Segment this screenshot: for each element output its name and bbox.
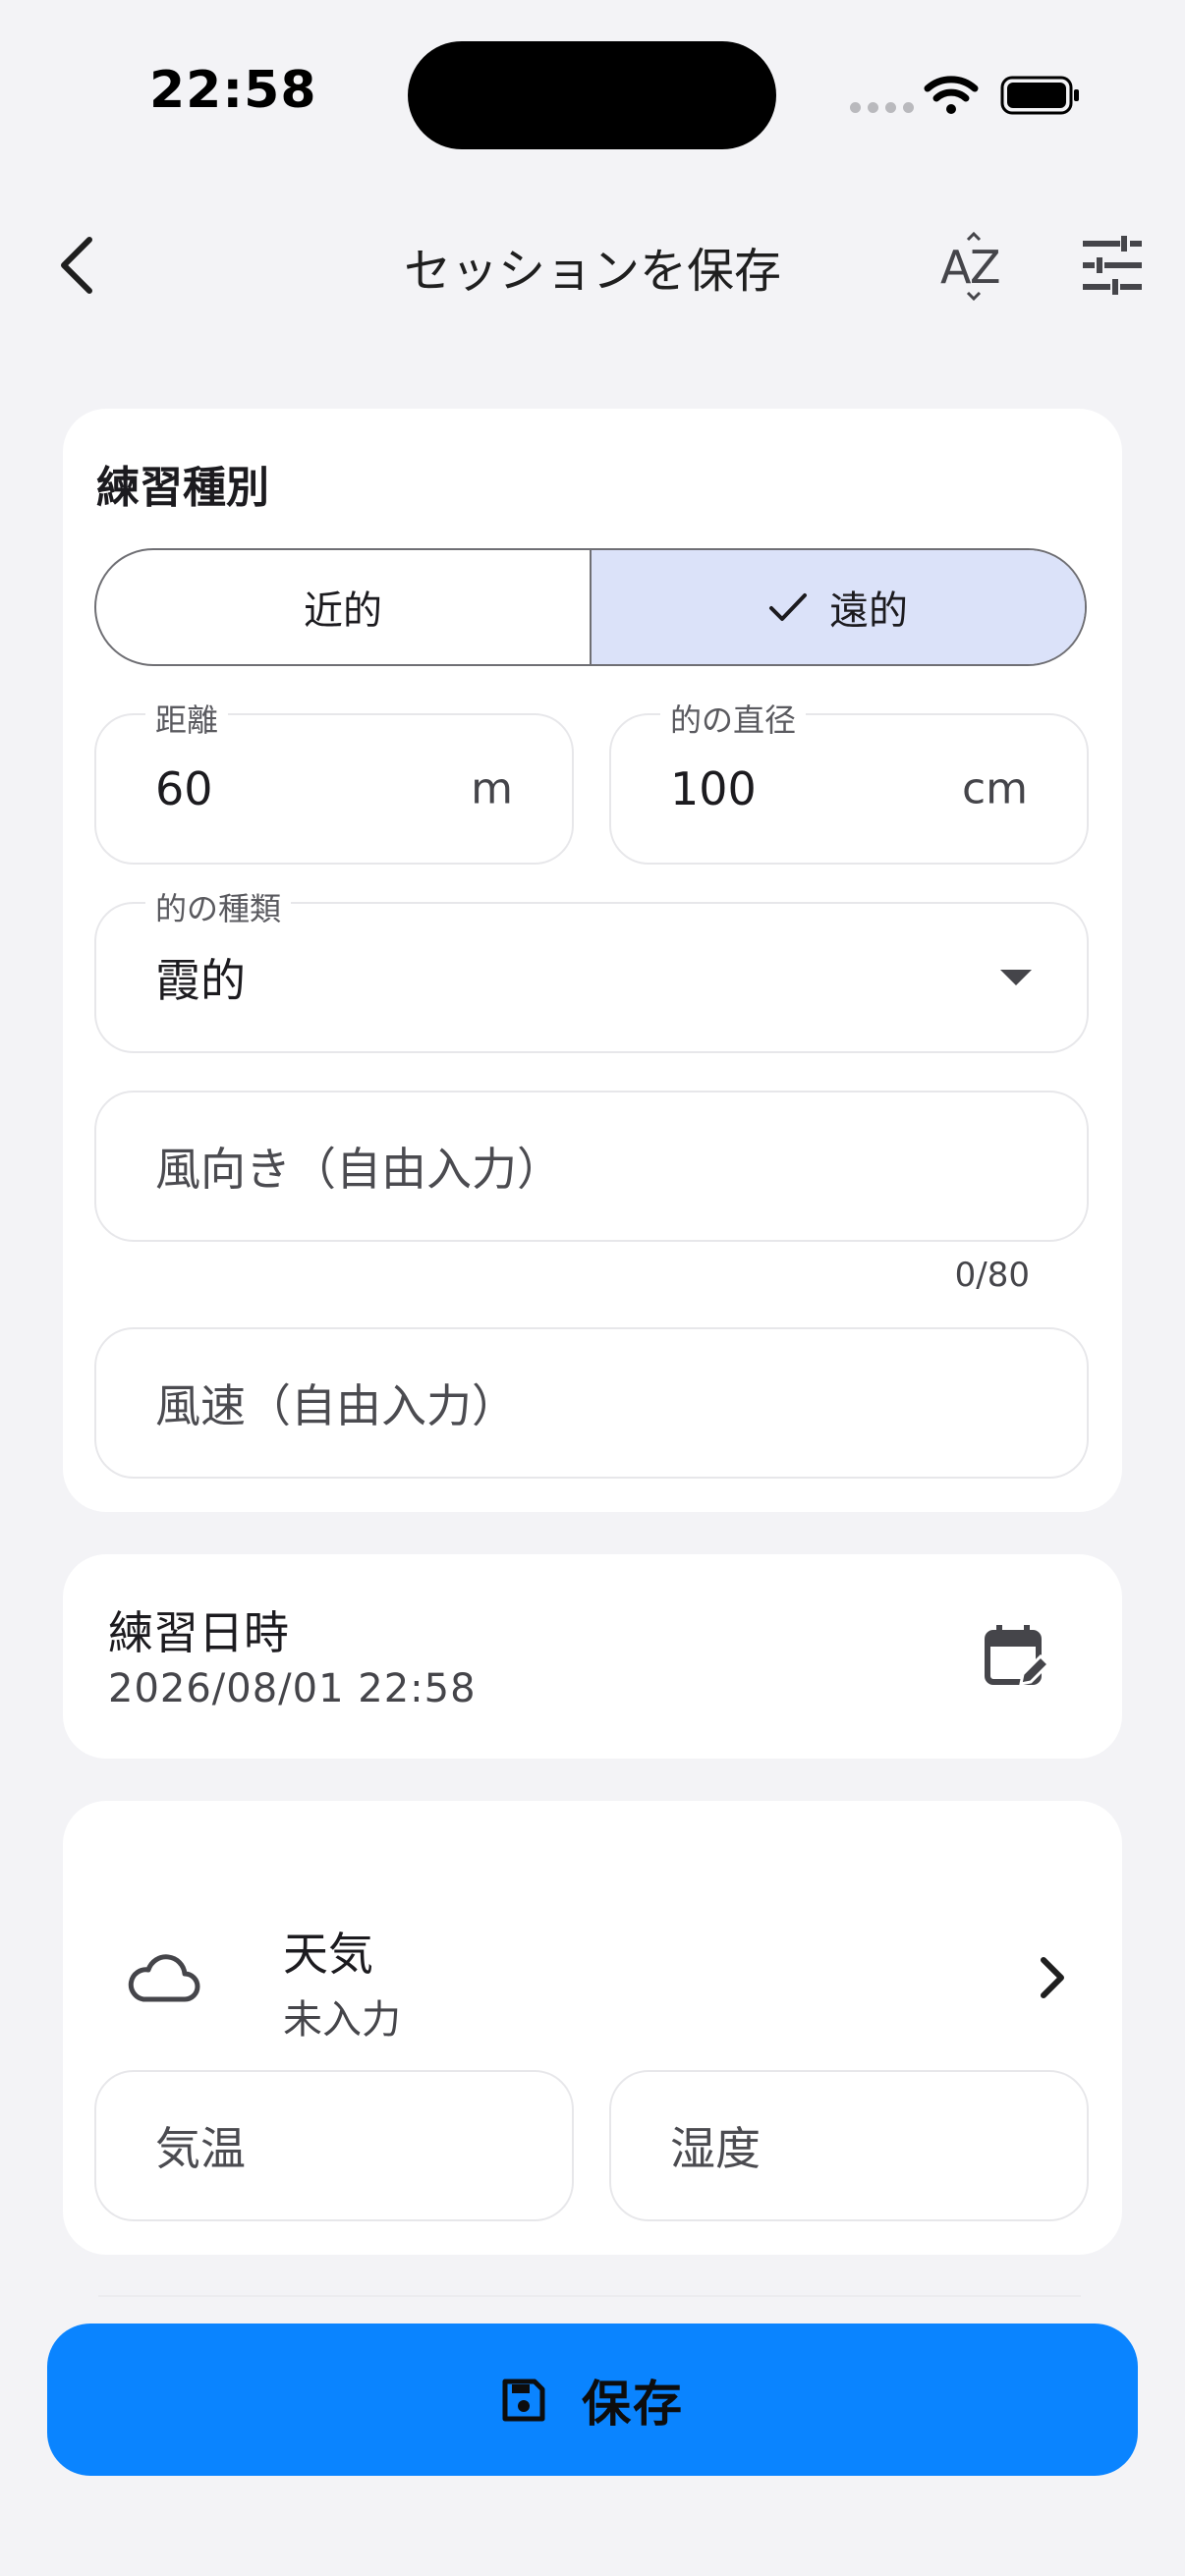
wind-direction-char-counter: 0/80 [954,1256,1030,1295]
tune-icon[interactable] [1081,234,1144,297]
practice-datetime-card[interactable]: 練習日時 2026/08/01 22:58 [63,1554,1122,1759]
check-icon [769,593,807,621]
back-button[interactable] [54,226,113,305]
practice-type-segmented-control: 近的 遠的 [94,548,1087,666]
segment-enteki[interactable]: 遠的 [592,550,1085,664]
calendar-edit-icon[interactable] [984,1623,1052,1692]
weather-status: 未入力 [283,1997,401,2043]
distance-label: 距離 [145,696,229,741]
section-title-practice-type: 練習種別 [96,463,269,513]
segment-kinteki[interactable]: 近的 [96,550,592,664]
segment-enteki-label: 遠的 [829,588,908,634]
target-diameter-unit: cm [961,763,1028,814]
chevron-left-icon [61,237,92,294]
cellular-signal-icon [850,102,914,113]
distance-unit: m [471,763,513,814]
weather-title: 天気 [283,1928,373,1981]
scroll-content-edge [98,2295,1081,2297]
humidity-placeholder: 湿度 [670,2122,761,2175]
target-diameter-label: 的の直径 [660,696,807,741]
status-time: 22:58 [149,61,317,120]
target-diameter-value: 100 [670,762,757,815]
cloud-icon [128,1954,200,2002]
wind-direction-placeholder: 風向き（自由入力） [155,1143,562,1196]
chevron-right-icon [1041,1957,1064,1998]
wind-direction-field[interactable]: 風向き（自由入力） [94,1091,1089,1242]
dropdown-arrow-icon [1000,970,1032,985]
save-button[interactable]: 保存 [47,2324,1138,2476]
practice-datetime-title: 練習日時 [108,1606,289,1659]
svg-text:Z: Z [970,241,1001,294]
humidity-field[interactable]: 湿度 [609,2070,1089,2221]
target-type-dropdown[interactable]: 的の種類 霞的 [94,884,1089,1053]
temperature-field[interactable]: 気温 [94,2070,574,2221]
segment-kinteki-label: 近的 [304,588,382,634]
sort-az-icon[interactable]: A Z [938,232,1007,301]
target-diameter-field[interactable]: 的の直径 100 cm [609,696,1089,865]
distance-value: 60 [155,762,213,815]
save-button-label: 保存 [582,2375,684,2433]
wind-speed-placeholder: 風速（自由入力） [155,1379,517,1432]
target-type-value: 霞的 [155,954,246,1007]
target-type-label: 的の種類 [145,884,292,929]
battery-icon [1000,76,1079,115]
weather-row[interactable]: 天気 未入力 [63,1840,1122,2043]
practice-datetime-value: 2026/08/01 22:58 [108,1666,477,1711]
page-title: セッションを保存 [403,244,781,299]
practice-type-card: 練習種別 近的 遠的 距離 60 m 的の直径 100 cm 的の種類 霞的 風… [63,409,1122,1512]
distance-field[interactable]: 距離 60 m [94,696,574,865]
temperature-placeholder: 気温 [155,2122,246,2175]
wind-speed-field[interactable]: 風速（自由入力） [94,1327,1089,1479]
weather-card: 天気 未入力 気温 湿度 [63,1801,1122,2255]
wifi-icon [924,76,979,114]
save-icon [502,2379,545,2421]
dynamic-island [408,41,776,149]
svg-text:A: A [940,241,972,294]
